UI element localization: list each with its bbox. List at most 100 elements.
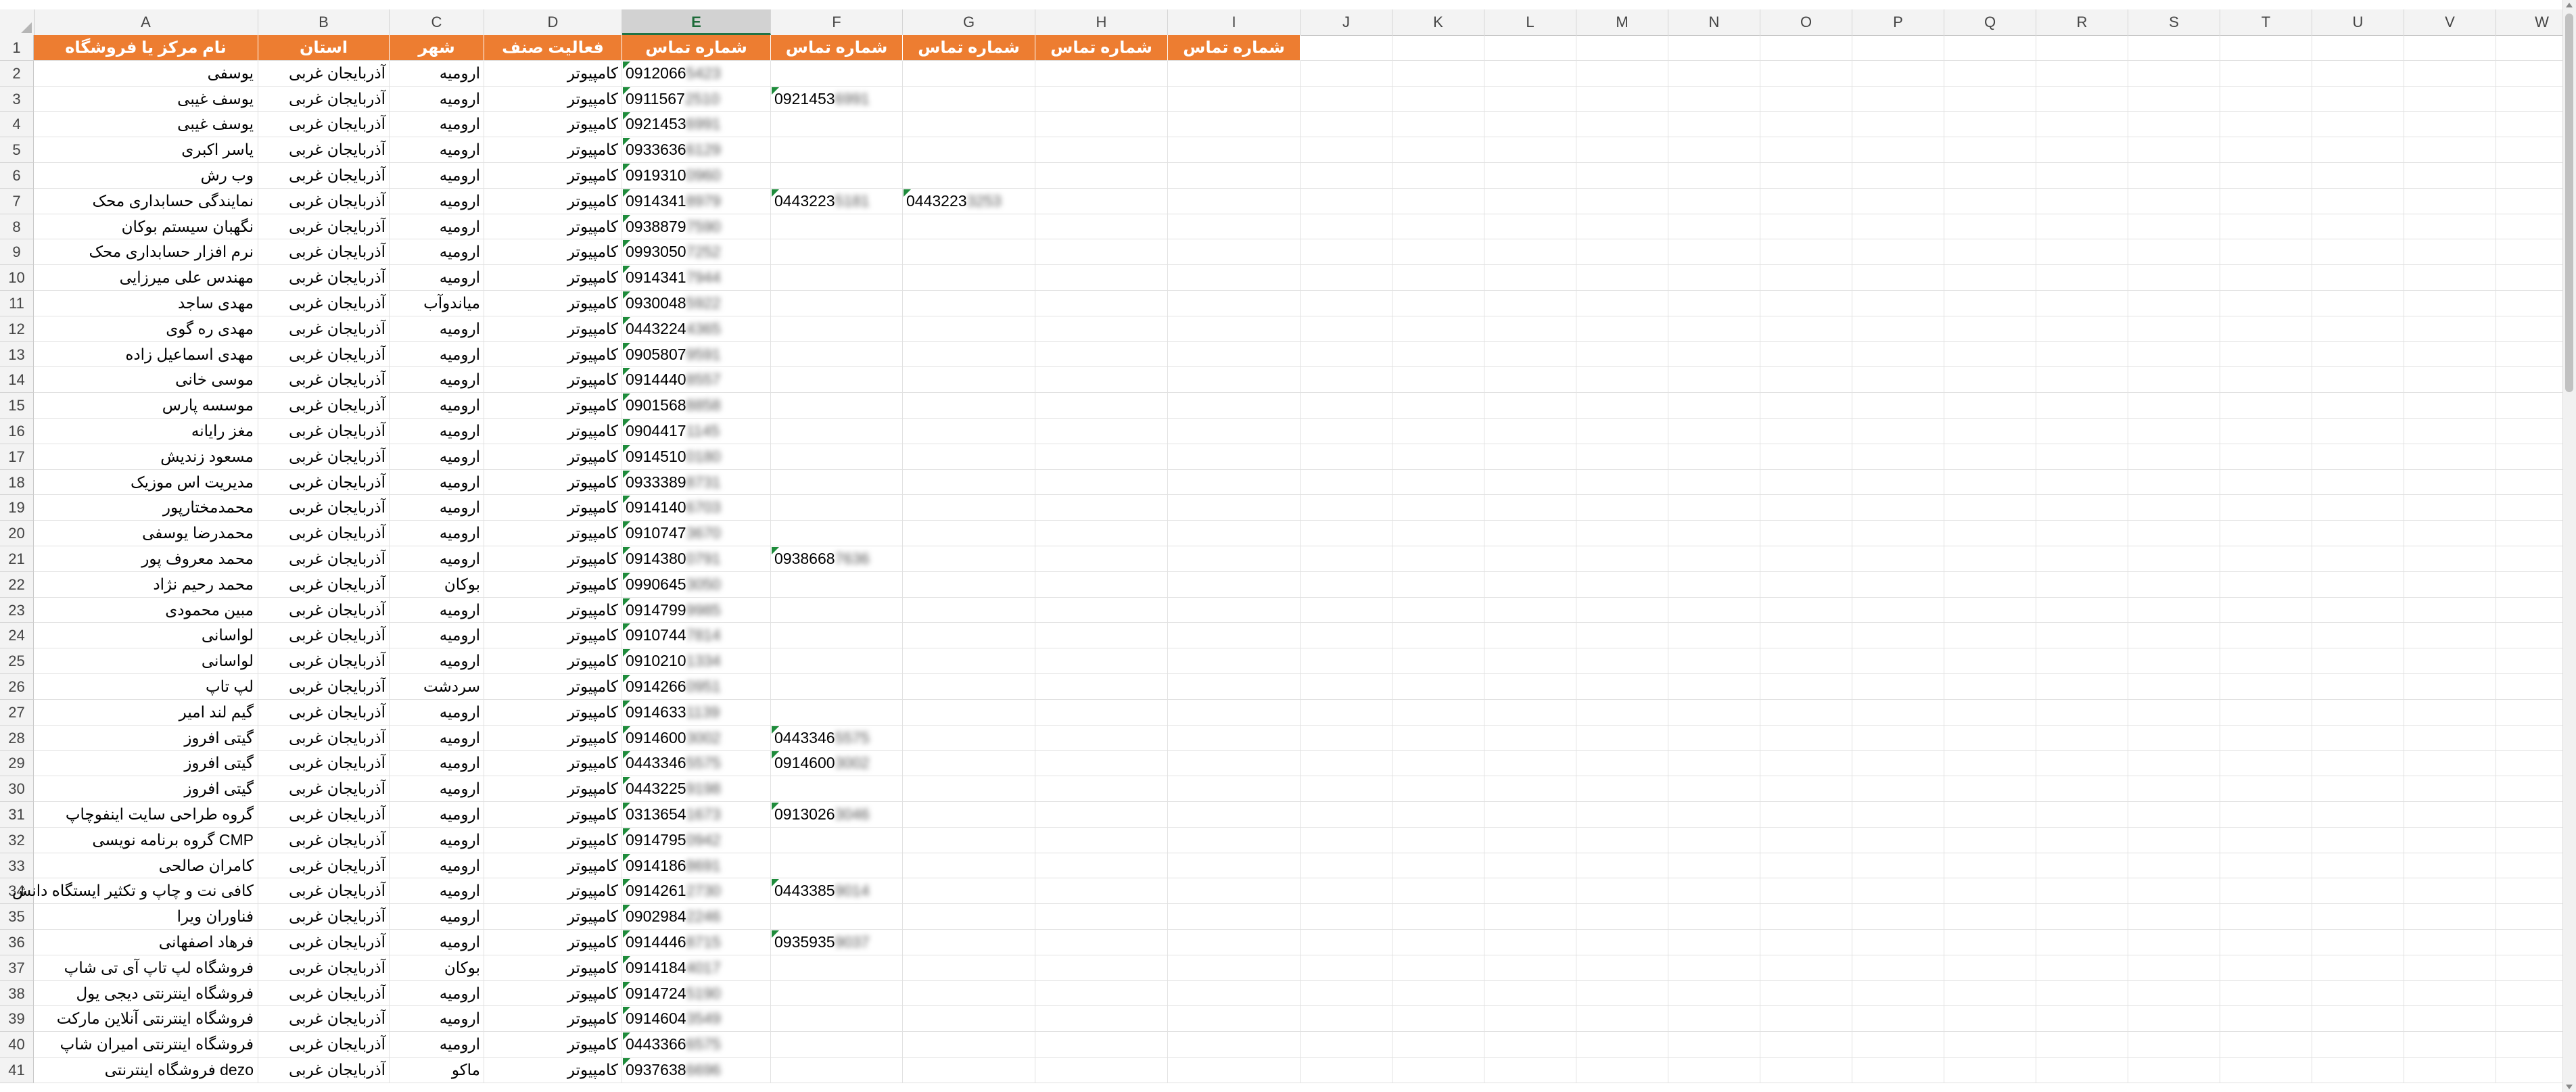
cell-j25[interactable]: [1301, 648, 1392, 674]
cell-k40[interactable]: [1392, 1032, 1484, 1058]
cell-v19[interactable]: [2404, 495, 2496, 521]
cell-c23[interactable]: ارومیه: [390, 597, 484, 623]
cell-e15[interactable]: 09015688858: [622, 393, 771, 419]
cell-b13[interactable]: آذربایجان غربی: [258, 341, 390, 368]
cell-s8[interactable]: [2128, 214, 2220, 240]
cell-c6[interactable]: ارومیه: [390, 163, 484, 189]
cell-b21[interactable]: آذربایجان غربی: [258, 546, 390, 572]
cell-n37[interactable]: [1668, 955, 1760, 981]
cell-d38[interactable]: کامپیوتر: [484, 980, 622, 1007]
cell-t40[interactable]: [2220, 1032, 2312, 1058]
cell-t31[interactable]: [2220, 802, 2312, 828]
cell-e17[interactable]: 09145100180: [622, 444, 771, 470]
cell-f25[interactable]: [771, 648, 903, 674]
cell-k13[interactable]: [1392, 341, 1484, 368]
cell-e37[interactable]: 09141844017: [622, 955, 771, 981]
cell-q31[interactable]: [1944, 802, 2036, 828]
cell-j13[interactable]: [1301, 341, 1392, 368]
cell-v25[interactable]: [2404, 648, 2496, 674]
cell-r5[interactable]: [2036, 137, 2128, 163]
cell-k1[interactable]: [1392, 35, 1484, 61]
cell-v28[interactable]: [2404, 725, 2496, 751]
cell-a26[interactable]: لپ تاپ: [34, 674, 258, 700]
number-stored-as-text-indicator-icon[interactable]: [623, 61, 630, 69]
cell-c5[interactable]: ارومیه: [390, 137, 484, 163]
cell-i33[interactable]: [1168, 853, 1301, 879]
row-header[interactable]: 14: [0, 367, 34, 394]
cell-n29[interactable]: [1668, 751, 1760, 777]
cell-g27[interactable]: [903, 699, 1035, 726]
cell-n21[interactable]: [1668, 546, 1760, 572]
cell-u24[interactable]: [2312, 623, 2404, 649]
cell-i39[interactable]: [1168, 1006, 1301, 1032]
cell-d15[interactable]: کامپیوتر: [484, 393, 622, 419]
cell-r7[interactable]: [2036, 188, 2128, 214]
cell-g23[interactable]: [903, 597, 1035, 623]
cell-r21[interactable]: [2036, 546, 2128, 572]
cell-u40[interactable]: [2312, 1032, 2404, 1058]
cell-p32[interactable]: [1852, 827, 1944, 853]
cell-r41[interactable]: [2036, 1058, 2128, 1083]
cell-v3[interactable]: [2404, 86, 2496, 112]
cell-h39[interactable]: [1035, 1006, 1168, 1032]
cell-g24[interactable]: [903, 623, 1035, 649]
cell-t17[interactable]: [2220, 444, 2312, 470]
cell-d10[interactable]: کامپیوتر: [484, 265, 622, 291]
cell-c12[interactable]: ارومیه: [390, 316, 484, 342]
cell-m18[interactable]: [1576, 469, 1668, 496]
cell-g28[interactable]: [903, 725, 1035, 751]
cell-s9[interactable]: [2128, 239, 2220, 266]
cell-o33[interactable]: [1760, 853, 1852, 879]
header-cell-c[interactable]: شهر: [390, 35, 484, 61]
cell-k19[interactable]: [1392, 495, 1484, 521]
number-stored-as-text-indicator-icon[interactable]: [623, 112, 630, 120]
cell-c11[interactable]: میاندوآب: [390, 291, 484, 316]
cell-h36[interactable]: [1035, 930, 1168, 955]
cell-r12[interactable]: [2036, 316, 2128, 342]
cell-m22[interactable]: [1576, 571, 1668, 598]
cell-u18[interactable]: [2312, 469, 2404, 496]
cell-s19[interactable]: [2128, 495, 2220, 521]
cell-p34[interactable]: [1852, 878, 1944, 905]
header-cell-f[interactable]: شماره تماس: [771, 35, 903, 61]
cell-u26[interactable]: [2312, 674, 2404, 700]
cell-v26[interactable]: [2404, 674, 2496, 700]
cell-s31[interactable]: [2128, 802, 2220, 828]
cell-f26[interactable]: [771, 674, 903, 700]
cell-r25[interactable]: [2036, 648, 2128, 674]
cell-l28[interactable]: [1484, 725, 1576, 751]
cell-k16[interactable]: [1392, 419, 1484, 444]
cell-j41[interactable]: [1301, 1058, 1392, 1083]
cell-n30[interactable]: [1668, 776, 1760, 802]
cell-b38[interactable]: آذربایجان غربی: [258, 980, 390, 1007]
cell-t27[interactable]: [2220, 699, 2312, 726]
cell-f19[interactable]: [771, 495, 903, 521]
cell-k33[interactable]: [1392, 853, 1484, 879]
row-header[interactable]: 41: [0, 1058, 34, 1083]
cell-d32[interactable]: کامپیوتر: [484, 827, 622, 853]
cell-i7[interactable]: [1168, 188, 1301, 214]
number-stored-as-text-indicator-icon[interactable]: [623, 1058, 630, 1066]
number-stored-as-text-indicator-icon[interactable]: [623, 803, 630, 810]
cell-e40[interactable]: 04433666575: [622, 1032, 771, 1058]
cell-n9[interactable]: [1668, 239, 1760, 266]
row-header[interactable]: 11: [0, 291, 34, 316]
cell-u13[interactable]: [2312, 341, 2404, 368]
cell-q34[interactable]: [1944, 878, 2036, 905]
cell-q9[interactable]: [1944, 239, 2036, 266]
cell-p33[interactable]: [1852, 853, 1944, 879]
cell-c20[interactable]: ارومیه: [390, 521, 484, 546]
cell-j6[interactable]: [1301, 163, 1392, 189]
cell-f11[interactable]: [771, 291, 903, 316]
cell-h32[interactable]: [1035, 827, 1168, 853]
cell-b5[interactable]: آذربایجان غربی: [258, 137, 390, 163]
cell-d6[interactable]: کامپیوتر: [484, 163, 622, 189]
cell-f32[interactable]: [771, 827, 903, 853]
cell-n10[interactable]: [1668, 265, 1760, 291]
cell-h2[interactable]: [1035, 60, 1168, 87]
cell-q23[interactable]: [1944, 597, 2036, 623]
cell-b12[interactable]: آذربایجان غربی: [258, 316, 390, 342]
cell-r11[interactable]: [2036, 291, 2128, 316]
cell-r36[interactable]: [2036, 930, 2128, 955]
cell-n39[interactable]: [1668, 1006, 1760, 1032]
